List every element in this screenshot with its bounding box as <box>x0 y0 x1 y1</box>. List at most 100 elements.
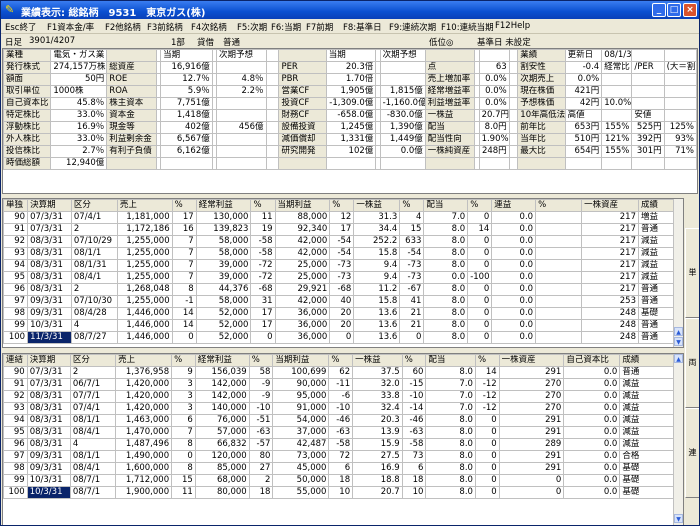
table-cell: 07/4/1 <box>69 402 117 415</box>
column-header[interactable]: 連益 <box>491 199 537 212</box>
column-header[interactable]: % <box>250 199 276 212</box>
consolidated-scrollbar[interactable]: ▲ ▼ <box>673 354 683 525</box>
table-row[interactable]: 96 08/3/31 2 1,268,048 8 44,376 -68 29,921 -68 11… <box>3 283 683 296</box>
column-header[interactable]: 単独 <box>3 199 29 212</box>
summary-row: 時価総額 12,940億 <box>2 157 698 170</box>
consolidated-results-grid[interactable]: 連結 決算期 区分 売上% 経常利益% 当期利益% 一株益% 配当% 一株資産 自己資本比 成績 9… <box>2 353 684 525</box>
column-header[interactable]: % <box>467 199 493 212</box>
column-header[interactable]: 連結 <box>3 354 28 367</box>
table-cell: 52,000 <box>195 319 252 332</box>
table-cell: -9 <box>248 378 274 391</box>
table-cell: 57,000 <box>194 426 250 439</box>
table-cell: 0 <box>474 414 500 427</box>
table-cell: 13.6 <box>353 331 401 344</box>
summary-cell <box>216 157 267 170</box>
table-row[interactable]: 100 11/3/31 08/7/27 1,446,000 0 52,000 0 36,000… <box>3 331 683 344</box>
table-row[interactable]: 91 07/3/31 2 1,172,186 16 139,823 19 92,340 17 34… <box>3 223 683 236</box>
table-row[interactable]: 97 09/3/31 08/1/1 1,490,000 0 120,000 80 73,000… <box>3 450 683 463</box>
table-row[interactable]: 93 08/3/31 08/1/1 1,255,000 7 58,000 -58 42,000… <box>3 247 683 260</box>
table-cell: 8.0 <box>425 486 476 499</box>
column-header[interactable]: % <box>535 199 583 212</box>
column-header[interactable]: % <box>329 199 355 212</box>
summary-cell: 1,418億 <box>160 109 213 122</box>
column-header[interactable]: 経常利益 <box>195 199 252 212</box>
column-header[interactable]: % <box>474 354 500 367</box>
table-cell: 0.0 <box>563 450 621 463</box>
table-row[interactable]: 95 08/3/31 08/4/1 1,255,000 7 39,000 -72 25,000… <box>3 271 683 284</box>
table-row[interactable]: 94 08/3/31 08/1/1 1,463,000 6 76,000 -51 54,000… <box>3 414 683 427</box>
column-header[interactable]: % <box>171 354 196 367</box>
column-header[interactable]: 経常利益 <box>194 354 250 367</box>
table-row[interactable]: 90 07/3/31 07/4/1 1,181,000 17 130,000 11 88,00… <box>3 211 683 224</box>
table-row[interactable]: 100 10/3/31 08/7/1 1,900,000 11 80,000 18 55,00… <box>3 486 683 499</box>
table-row[interactable]: 90 07/3/31 2 1,376,958 9 156,039 58 100,699 62 37… <box>3 366 683 379</box>
standalone-results-grid[interactable]: 単独 決算期 区分 売上% 経常利益% 当期利益% 一株益% 配当% 連益% 一株資産 成績 90 0… <box>2 198 684 348</box>
table-row[interactable]: 91 07/3/31 06/7/1 1,420,000 3 142,000 -9 90,000… <box>3 378 683 391</box>
both-view-button[interactable]: 両 <box>685 318 699 408</box>
column-header[interactable]: 決算期 <box>26 354 71 367</box>
menu-f12-help[interactable]: F12Help <box>495 21 530 31</box>
menu-esc[interactable]: Esc終了 <box>5 21 36 33</box>
menu-f8[interactable]: F8:基準日 <box>343 21 382 33</box>
column-header[interactable]: % <box>171 199 197 212</box>
table-row[interactable]: 99 10/3/31 4 1,446,000 14 52,000 17 36,000 20 13.… <box>3 319 683 332</box>
table-cell: 36,000 <box>274 319 331 332</box>
scroll-up-icon[interactable]: ▲ <box>674 327 683 336</box>
column-header[interactable]: % <box>328 354 354 367</box>
column-header[interactable]: % <box>399 199 425 212</box>
summary-cell <box>631 97 665 110</box>
menu-f4[interactable]: F4次銘柄 <box>191 21 227 33</box>
column-header[interactable]: 一株資産 <box>581 199 639 212</box>
table-cell: -10 <box>248 402 274 415</box>
menu-f10[interactable]: F10:連続当期 <box>441 21 494 33</box>
close-button[interactable]: × <box>683 3 697 17</box>
table-row[interactable]: 92 08/3/31 07/10/29 1,255,000 7 58,000 -58 42,0… <box>3 235 683 248</box>
table-row[interactable]: 97 09/3/31 07/10/30 1,255,000 -1 58,000 31 42,0… <box>3 295 683 308</box>
table-row[interactable]: 98 09/3/31 08/4/28 1,446,000 14 52,000 17 36,00… <box>3 307 683 320</box>
table-row[interactable]: 96 08/3/31 4 1,487,496 8 66,832 -57 42,487 -58 15… <box>3 438 683 451</box>
table-row[interactable]: 93 08/3/31 07/4/1 1,420,000 3 140,000 -10 91,00… <box>3 402 683 415</box>
table-row[interactable]: 99 10/3/31 08/7/1 1,712,000 15 68,000 2 50,000 1… <box>3 474 683 487</box>
menu-f1[interactable]: F1資本金/率 <box>47 21 94 33</box>
consolidated-view-button[interactable]: 連 <box>685 408 699 498</box>
column-header[interactable]: 一株益 <box>353 199 401 212</box>
menu-f2[interactable]: F2他銘柄 <box>105 21 141 33</box>
menu-f9[interactable]: F9:連続次期 <box>389 21 436 33</box>
menu-f5[interactable]: F5:次期 <box>237 21 267 33</box>
scroll-down-icon[interactable]: ▼ <box>674 514 683 523</box>
summary-cell: 有利子負債 <box>106 145 157 158</box>
menu-f7[interactable]: F7前期 <box>306 21 333 33</box>
column-header[interactable]: 配当 <box>425 354 476 367</box>
column-header[interactable]: 売上 <box>116 199 173 212</box>
column-header[interactable]: % <box>248 354 274 367</box>
table-cell: 0 <box>467 295 493 308</box>
column-header[interactable]: 当期利益 <box>274 199 331 212</box>
scroll-up-icon[interactable]: ▲ <box>674 354 683 363</box>
table-row[interactable]: 95 08/3/31 08/4/1 1,470,000 7 57,000 -63 37,000… <box>3 426 683 439</box>
menu-f6[interactable]: F6:当期 <box>271 21 301 33</box>
table-row[interactable]: 98 09/3/31 08/4/1 1,600,000 8 85,000 27 45,000 6… <box>3 462 683 475</box>
column-header[interactable]: 一株資産 <box>498 354 565 367</box>
table-row[interactable]: 94 08/3/31 08/1/31 1,255,000 7 39,000 -72 25,00… <box>3 259 683 272</box>
summary-cell: 財務CF <box>278 109 327 122</box>
column-header[interactable]: 一株益 <box>352 354 403 367</box>
column-header[interactable]: 当期利益 <box>272 354 330 367</box>
title-bar[interactable]: ✎ 業績表示: 総銘柄 9531 東京ガス(株) _ □ × <box>1 1 699 19</box>
table-cell: 0 <box>474 486 500 499</box>
standalone-scrollbar[interactable]: ▲ ▼ <box>673 199 683 347</box>
column-header[interactable]: 区分 <box>69 354 117 367</box>
standalone-view-button[interactable]: 単 <box>685 228 699 318</box>
maximize-button[interactable]: □ <box>667 3 681 17</box>
column-header[interactable]: 売上 <box>115 354 173 367</box>
table-cell: 08/3/31 <box>27 235 72 248</box>
column-header[interactable]: 配当 <box>423 199 469 212</box>
column-header[interactable]: 自己資本比 <box>563 354 621 367</box>
column-header[interactable]: 区分 <box>70 199 118 212</box>
scroll-down-icon[interactable]: ▼ <box>674 337 683 346</box>
summary-cell <box>508 121 519 134</box>
column-header[interactable]: % <box>401 354 427 367</box>
column-header[interactable]: 決算期 <box>27 199 72 212</box>
menu-f3[interactable]: F3前銘柄 <box>147 21 183 33</box>
table-row[interactable]: 92 08/3/31 07/7/1 1,420,000 3 142,000 -9 95,000… <box>3 390 683 403</box>
minimize-button[interactable]: _ <box>652 3 666 17</box>
